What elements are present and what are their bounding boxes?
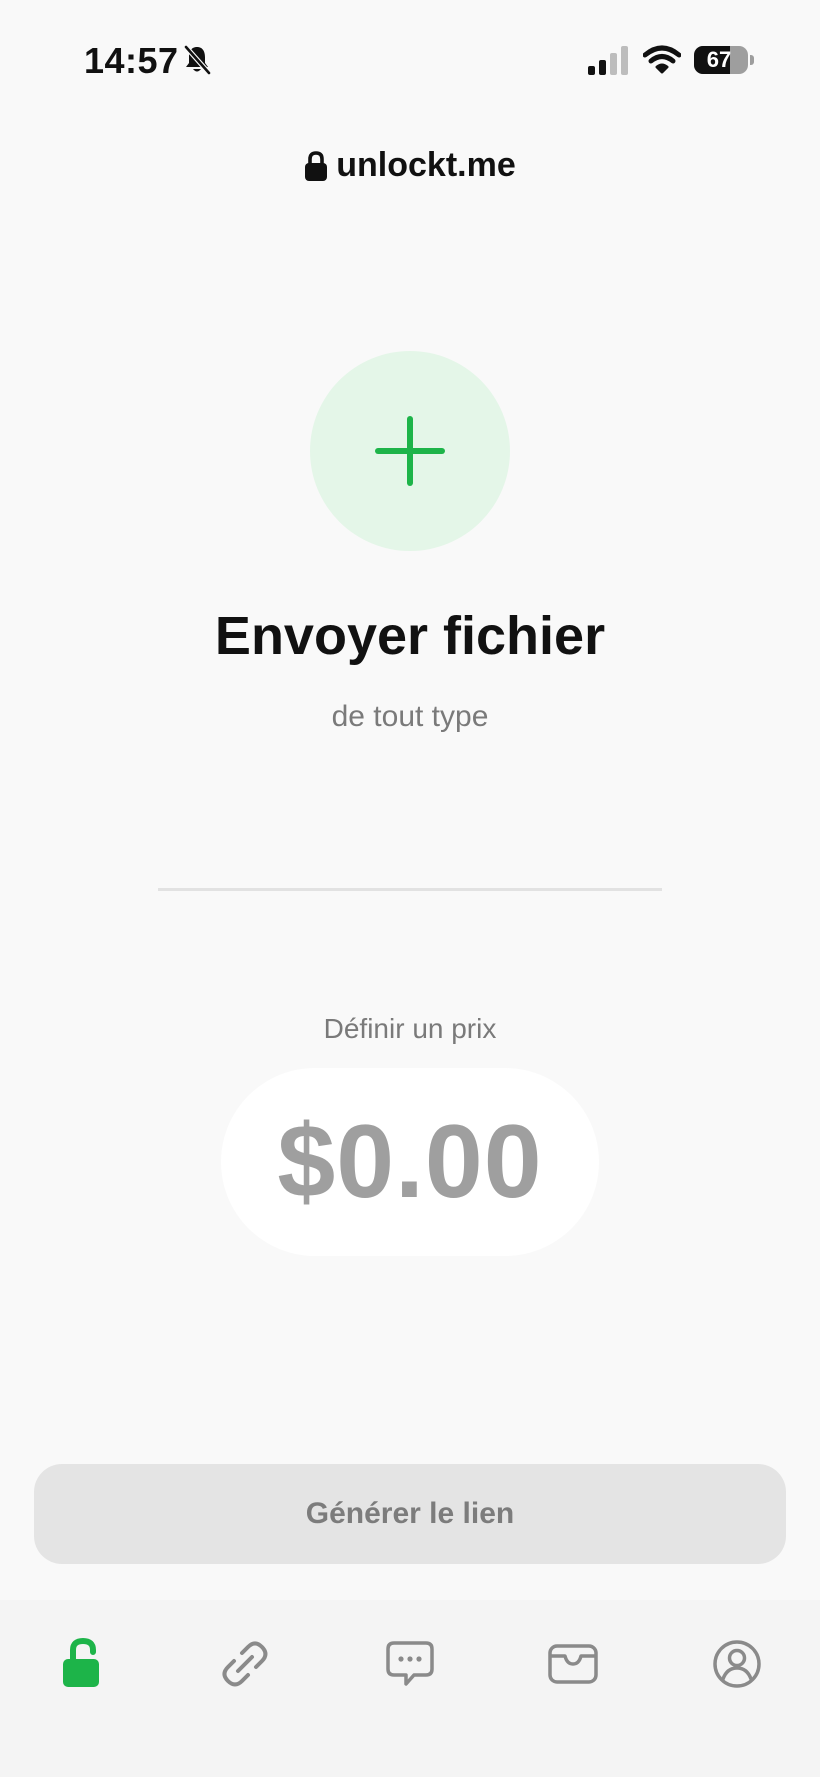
status-bar: 14:57 67 — [0, 0, 820, 120]
tab-unlock[interactable] — [42, 1624, 122, 1704]
battery-icon: 67 — [694, 46, 748, 74]
price-input[interactable]: $0.00 — [221, 1068, 599, 1256]
status-time: 14:57 — [84, 40, 179, 81]
plus-icon — [375, 416, 445, 486]
tab-link[interactable] — [205, 1624, 285, 1704]
app-header: unlockt.me — [0, 146, 820, 185]
generate-link-button[interactable]: Générer le lien — [34, 1464, 786, 1564]
lock-icon — [305, 150, 328, 181]
add-file-button[interactable] — [310, 351, 510, 551]
signal-icon — [588, 46, 628, 75]
battery-percentage: 67 — [706, 47, 732, 72]
divider — [158, 888, 662, 891]
tab-wallet[interactable] — [533, 1624, 613, 1704]
tab-messages[interactable] — [370, 1624, 450, 1704]
bell-slash-icon — [184, 45, 211, 75]
price-value: $0.00 — [277, 1103, 543, 1220]
price-label: Définir un prix — [323, 1013, 497, 1044]
wallet-icon — [548, 1644, 598, 1684]
upload-title: Envoyer fichier — [214, 606, 606, 666]
profile-icon — [713, 1640, 761, 1688]
unlock-icon — [63, 1638, 99, 1687]
tab-bar — [0, 1600, 820, 1777]
brand-name: unlockt.me — [336, 146, 516, 184]
link-icon — [222, 1641, 268, 1687]
wifi-icon — [643, 45, 681, 74]
tab-profile[interactable] — [697, 1624, 777, 1704]
battery-cap — [750, 55, 754, 65]
upload-subtitle: de tout type — [331, 700, 489, 733]
chat-bubble-icon — [386, 1641, 434, 1686]
